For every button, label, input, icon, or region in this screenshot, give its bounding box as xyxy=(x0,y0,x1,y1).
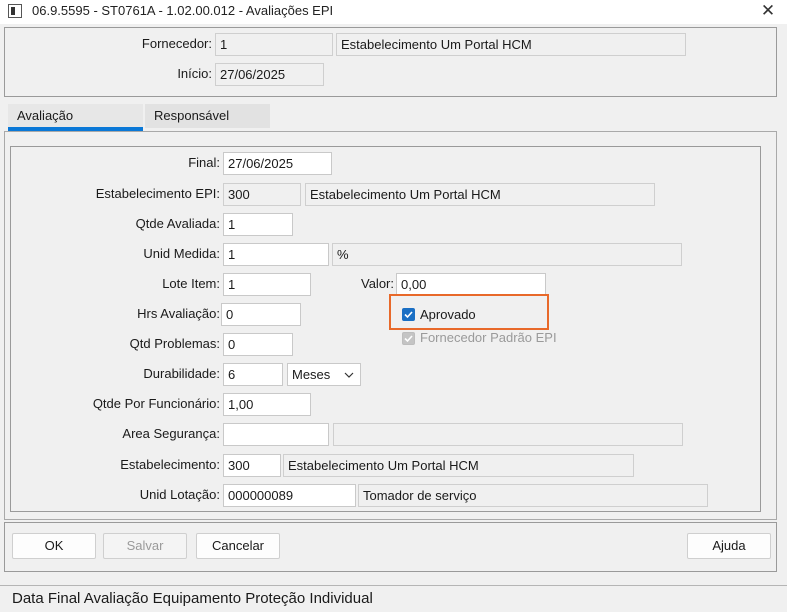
area-seguranca-field[interactable] xyxy=(223,423,329,446)
tab-responsavel-label: Responsável xyxy=(154,108,230,123)
qtde-avaliada-label: Qtde Avaliada: xyxy=(135,216,220,231)
unid-medida-label: Unid Medida: xyxy=(143,246,220,261)
ajuda-button[interactable]: Ajuda xyxy=(687,533,771,559)
qtde-avaliada-field[interactable]: 1 xyxy=(223,213,293,236)
window-title: 06.9.5595 - ST0761A - 1.02.00.012 - Aval… xyxy=(32,3,334,18)
fornecedor-padrao-label: Fornecedor Padrão EPI xyxy=(420,330,557,345)
hrs-avaliacao-field[interactable]: 0 xyxy=(221,303,301,326)
valor-label: Valor: xyxy=(361,276,394,291)
check-icon xyxy=(404,335,413,343)
tab-avaliacao-label: Avaliação xyxy=(17,108,74,123)
durabilidade-field[interactable]: 6 xyxy=(223,363,283,386)
durabilidade-unit-select[interactable]: Meses xyxy=(287,363,361,386)
unid-lotacao-name-field[interactable]: Tomador de serviço xyxy=(358,484,708,507)
tab-avaliacao[interactable]: Avaliação xyxy=(8,104,143,128)
estabelecimento-name-field[interactable]: Estabelecimento Um Portal HCM xyxy=(283,454,634,477)
estabelecimento-code-field[interactable]: 300 xyxy=(223,454,281,477)
tab-responsavel[interactable]: Responsável xyxy=(145,104,270,128)
aprovado-checkbox[interactable] xyxy=(402,308,415,321)
unid-lotacao-code-field[interactable]: 000000089 xyxy=(223,484,356,507)
salvar-button[interactable]: Salvar xyxy=(103,533,187,559)
estab-epi-code-field[interactable]: 300 xyxy=(223,183,301,206)
status-text: Data Final Avaliação Equipamento Proteçã… xyxy=(12,590,373,607)
qtde-por-funcionario-field[interactable]: 1,00 xyxy=(223,393,311,416)
area-seguranca-desc-field[interactable] xyxy=(333,423,683,446)
final-label: Final: xyxy=(188,155,220,170)
close-icon[interactable]: ✕ xyxy=(756,0,780,22)
unid-medida-field[interactable]: 1 xyxy=(223,243,329,266)
qtd-problemas-label: Qtd Problemas: xyxy=(129,336,220,351)
fornecedor-padrao-checkbox[interactable] xyxy=(402,332,415,345)
fornecedor-label: Fornecedor: xyxy=(141,36,212,51)
valor-field[interactable]: 0,00 xyxy=(396,273,546,296)
fornecedor-name-field[interactable]: Estabelecimento Um Portal HCM xyxy=(336,33,686,56)
unid-lotacao-label: Unid Lotação: xyxy=(139,487,220,502)
inicio-date-field[interactable]: 27/06/2025 xyxy=(215,63,324,86)
check-icon xyxy=(404,311,413,319)
lote-item-field[interactable]: 1 xyxy=(223,273,311,296)
unid-medida-desc-field[interactable]: % xyxy=(332,243,682,266)
estab-epi-label: Estabelecimento EPI: xyxy=(95,186,220,201)
durabilidade-unit-value: Meses xyxy=(292,367,331,382)
area-seguranca-label: Area Segurança: xyxy=(122,426,220,441)
durabilidade-label: Durabilidade: xyxy=(143,366,220,381)
inicio-label: Início: xyxy=(177,66,212,81)
qtde-por-funcionario-label: Qtde Por Funcionário: xyxy=(92,396,220,411)
cancelar-button[interactable]: Cancelar xyxy=(196,533,280,559)
fornecedor-code-field[interactable]: 1 xyxy=(215,33,333,56)
qtd-problemas-field[interactable]: 0 xyxy=(223,333,293,356)
estabelecimento-label: Estabelecimento: xyxy=(120,457,220,472)
hrs-avaliacao-label: Hrs Avaliação: xyxy=(137,306,220,321)
estab-epi-name-field[interactable]: Estabelecimento Um Portal HCM xyxy=(305,183,655,206)
window-app-icon xyxy=(8,4,22,18)
final-date-field[interactable]: 27/06/2025 xyxy=(223,152,332,175)
ok-button[interactable]: OK xyxy=(12,533,96,559)
status-bar: Data Final Avaliação Equipamento Proteçã… xyxy=(0,585,787,612)
chevron-down-icon xyxy=(344,372,354,378)
aprovado-label: Aprovado xyxy=(420,307,476,322)
lote-item-label: Lote Item: xyxy=(162,276,220,291)
title-bar: 06.9.5595 - ST0761A - 1.02.00.012 - Aval… xyxy=(0,0,787,24)
